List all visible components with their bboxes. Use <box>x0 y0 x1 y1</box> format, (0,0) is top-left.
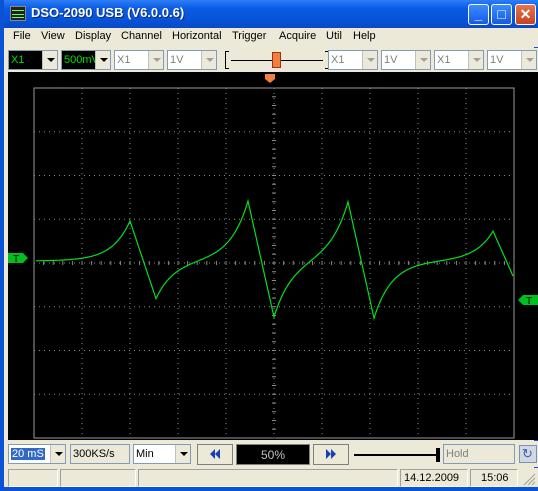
refresh-icon: ↻ <box>522 446 533 461</box>
timebase-select[interactable]: 20 mS <box>8 444 66 464</box>
ch1-probe-value: X1 <box>11 54 25 66</box>
slider-knob[interactable] <box>272 52 281 68</box>
status-time: 15:06 <box>481 472 509 484</box>
acquisition-mode-value: Min <box>136 448 154 460</box>
ch2-voltdiv-select[interactable]: 1V <box>167 50 217 70</box>
menu-util[interactable]: Util <box>326 30 342 42</box>
ch4-probe-value: X1 <box>437 54 451 66</box>
status-cell-1 <box>8 469 58 487</box>
menu-acquire[interactable]: Acquire <box>279 30 316 42</box>
ch1-voltdiv-value: 500mV <box>64 54 97 66</box>
chevron-down-icon[interactable] <box>415 51 430 69</box>
app-window: DSO-2090 USB (V6.0.0.6) _ □ ✕ File View … <box>0 0 538 491</box>
ch1-probe-select[interactable]: X1 <box>8 50 58 70</box>
ch3-voltdiv-value: 1V <box>384 54 398 66</box>
ch4-voltdiv-select[interactable]: 1V <box>487 50 537 70</box>
status-date: 14.12.2009 <box>404 472 460 484</box>
oscilloscope-app-icon <box>10 6 26 21</box>
resize-grip-icon[interactable] <box>520 471 536 486</box>
chevron-down-icon[interactable] <box>50 445 65 463</box>
scope-screen: T T <box>8 74 538 439</box>
ch3-voltdiv-select[interactable]: 1V <box>381 50 431 70</box>
chevron-down-icon[interactable] <box>175 445 190 463</box>
chevron-down-icon[interactable] <box>201 51 216 69</box>
slider-left-bracket <box>225 51 229 69</box>
close-icon: ✕ <box>519 6 532 22</box>
position-value: 50% <box>261 448 286 462</box>
chevron-down-icon[interactable] <box>521 51 536 69</box>
ch4-voltdiv-value: 1V <box>490 54 504 66</box>
maximize-icon: □ <box>497 6 506 22</box>
trigger-level-marker[interactable]: T <box>518 295 538 307</box>
chevron-down-icon[interactable] <box>362 51 377 69</box>
position-display: 50% <box>236 444 310 465</box>
status-cell-3 <box>138 469 398 487</box>
level-slider-track <box>354 454 438 456</box>
ch1-ground-marker-label: T <box>13 254 19 265</box>
ch1-ground-marker[interactable]: T <box>8 253 28 265</box>
timebase-value: 20 mS <box>11 448 45 460</box>
ch2-voltdiv-value: 1V <box>170 54 184 66</box>
chevron-down-icon[interactable] <box>148 51 163 69</box>
sample-rate-value: 300KS/s <box>73 448 115 460</box>
status-date-cell: 14.12.2009 <box>400 469 468 487</box>
close-button[interactable]: ✕ <box>515 4 536 25</box>
menu-trigger[interactable]: Trigger <box>232 30 266 42</box>
menu-help[interactable]: Help <box>353 30 376 42</box>
minimize-icon: _ <box>474 6 483 22</box>
level-slider-end <box>436 448 440 462</box>
scope-display[interactable]: T T <box>8 72 538 440</box>
double-chevron-right-icon <box>326 449 336 459</box>
control-bar: 20 mS 300KS/s Min 50% Hold ↻ <box>8 441 538 467</box>
scroll-right-button[interactable] <box>313 444 349 465</box>
double-chevron-left-icon <box>210 449 220 459</box>
trigger-level-marker-label: T <box>526 296 532 307</box>
title-bar[interactable]: DSO-2090 USB (V6.0.0.6) _ □ ✕ <box>4 0 538 28</box>
trigger-position-slider[interactable] <box>225 50 329 70</box>
chevron-down-icon[interactable] <box>95 51 110 69</box>
ch3-probe-select[interactable]: X1 <box>328 50 378 70</box>
settings-icon-button[interactable]: ↻ <box>519 445 537 463</box>
menu-channel[interactable]: Channel <box>121 30 162 42</box>
trigger-position-marker[interactable] <box>265 74 275 83</box>
hold-button[interactable]: Hold <box>443 444 515 464</box>
ch3-probe-value: X1 <box>331 54 345 66</box>
status-bar: 14.12.2009 15:06 <box>8 468 538 487</box>
ch4-probe-select[interactable]: X1 <box>434 50 484 70</box>
ch2-probe-select[interactable]: X1 <box>114 50 164 70</box>
status-cell-2 <box>60 469 136 487</box>
status-time-cell: 15:06 <box>470 469 518 487</box>
chevron-down-icon[interactable] <box>468 51 483 69</box>
menu-file[interactable]: File <box>13 30 31 42</box>
maximize-button[interactable]: □ <box>491 4 512 25</box>
scroll-left-button[interactable] <box>197 444 233 465</box>
level-slider[interactable] <box>352 446 440 464</box>
acquisition-mode-select[interactable]: Min <box>133 444 191 464</box>
window-title: DSO-2090 USB (V6.0.0.6) <box>31 5 185 20</box>
ch2-probe-value: X1 <box>117 54 131 66</box>
ch1-voltdiv-select[interactable]: 500mV <box>61 50 111 70</box>
channel-toolbar: X1 500mV X1 1V X1 1V X1 1V <box>8 48 538 72</box>
minimize-button[interactable]: _ <box>468 4 489 25</box>
menu-bar: File View Display Channel Horizontal Tri… <box>8 28 538 47</box>
menu-view[interactable]: View <box>41 30 65 42</box>
sample-rate-display: 300KS/s <box>70 444 130 464</box>
menu-display[interactable]: Display <box>75 30 111 42</box>
hold-label: Hold <box>446 448 469 460</box>
menu-horizontal[interactable]: Horizontal <box>172 30 222 42</box>
chevron-down-icon[interactable] <box>42 51 57 69</box>
